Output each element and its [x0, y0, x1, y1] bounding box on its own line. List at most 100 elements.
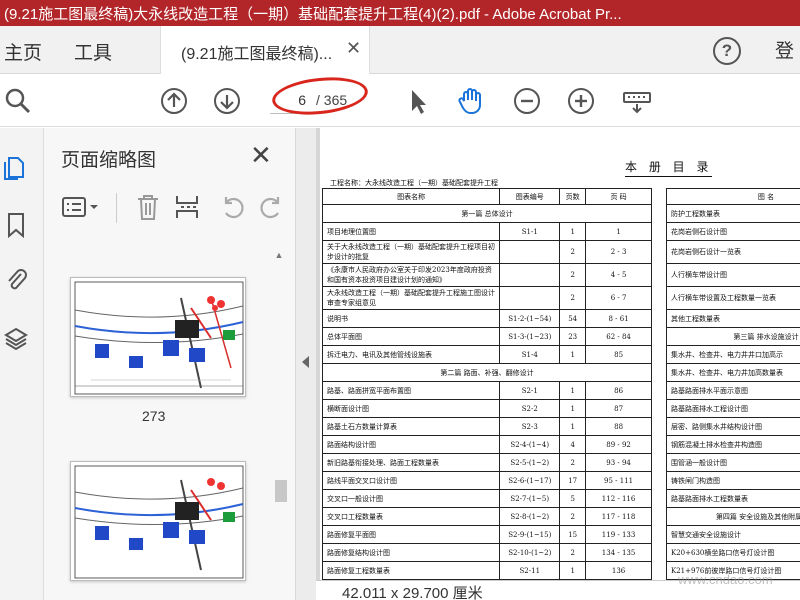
thumbnail-scrollbar[interactable]: ▲: [272, 250, 287, 600]
rotate-left-icon[interactable]: [219, 193, 245, 221]
table-cell-range: 6 - 7: [585, 286, 652, 310]
section-title: 第一篇 总体设计: [322, 204, 652, 223]
help-icon[interactable]: ?: [713, 37, 741, 65]
document-view[interactable]: 本 册 目 录 工程名称：大永线改造工程（一期）基础配套提升工程 图表名称 图表…: [316, 128, 800, 600]
table-cell-code: S2-11: [499, 561, 561, 580]
collapse-arrow-icon: [302, 356, 309, 368]
table-cell-name: 路面修复平面图: [321, 525, 501, 544]
table-cell-name: 路基路面排水平面示意图: [666, 381, 800, 400]
panel-title: 页面缩略图: [61, 150, 157, 171]
table-cell-range: 95 - 111: [585, 471, 652, 490]
column-header: 图 名: [666, 188, 800, 205]
table-row: 路面修复工程数量表 S2-11 1 136: [321, 561, 652, 580]
column-header: 图表名称: [321, 188, 501, 205]
table-row: 人行横车带设计图: [666, 263, 800, 287]
rotate-right-icon[interactable]: [259, 193, 285, 221]
table-cell-pages: 23: [559, 327, 587, 346]
table-row: 钢筋混凝土排水检查井构造图: [666, 435, 800, 454]
table-cell-code: [499, 286, 561, 310]
table-cell-code: S2-2: [499, 399, 561, 418]
hand-tool-icon[interactable]: [457, 87, 485, 115]
table-cell-pages: 1: [559, 222, 587, 241]
document-page: 本 册 目 录 工程名称：大永线改造工程（一期）基础配套提升工程 图表名称 图表…: [320, 128, 800, 600]
scrollbar-thumb[interactable]: [275, 480, 287, 502]
bookmark-icon[interactable]: [4, 212, 28, 238]
table-cell-name: 《永康市人民政府办公室关于印发2023年度政府投资和国有资本投资项目建设计划的通…: [321, 263, 501, 287]
table-row: 总体平面图 S1-3-(1~23) 23 62 - 84: [321, 327, 652, 346]
table-cell-code: S2-9-(1~15): [499, 525, 561, 544]
table-row: 路基路面排水工程数量表: [666, 489, 800, 508]
fit-page-icon[interactable]: [622, 87, 652, 115]
tab-home[interactable]: 主页: [4, 38, 42, 65]
table-row: 横断面设计图 S2-2 1 87: [321, 399, 652, 418]
table-cell-name: 路基、路面拼宽平面布置图: [321, 381, 501, 400]
table-row: 集水井、检查井、电力井加高数量表: [666, 363, 800, 382]
table-cell-name: 说明书: [321, 309, 501, 328]
table-cell-name: 横断面设计图: [321, 399, 501, 418]
previous-page-icon[interactable]: [160, 87, 188, 115]
delete-page-icon[interactable]: [135, 193, 161, 221]
table-row: 关于大永线改造工程（一期）基础配套提升工程项目初步设计的批复 2 2 - 3: [321, 240, 652, 264]
tab-document[interactable]: (9.21施工图最终稿)... ✕: [160, 26, 370, 74]
table-cell-range: 112 - 116: [585, 489, 652, 508]
table-cell-pages: 2: [559, 453, 587, 472]
table-cell-range: 136: [585, 561, 652, 580]
page-thumbnails-icon[interactable]: [4, 154, 28, 180]
extract-page-icon[interactable]: [174, 193, 200, 221]
table-cell-code: S2-8-(1~2): [499, 507, 561, 526]
table-cell-pages: 2: [559, 543, 587, 562]
zoom-in-icon[interactable]: [567, 87, 595, 115]
column-header: 图表编号: [499, 188, 561, 205]
table-row: 第一篇 总体设计: [322, 204, 652, 223]
table-cell-pages: 17: [559, 471, 587, 490]
layers-icon[interactable]: [4, 326, 28, 352]
zoom-out-icon[interactable]: [513, 87, 541, 115]
table-cell-code: [499, 240, 561, 264]
table-cell-name: 集水井、检查井、电力井井口加高示: [666, 345, 800, 364]
table-cell-pages: 4: [559, 435, 587, 454]
table-cell-name: 人行横车带设置及工程数量一览表: [666, 286, 800, 310]
page-thumbnail[interactable]: [70, 461, 246, 581]
catalog-table-left: 图表名称 图表编号 页数 页 码 第一篇 总体设计 项目地理位置图 S1-1 1 1 关于…: [321, 188, 652, 580]
table-cell-name: 大永线改造工程（一期）基础配套提升工程施工图设计审查专家组意见: [321, 286, 501, 310]
table-cell-code: S1-3-(1~23): [499, 327, 561, 346]
select-cursor-icon[interactable]: [404, 87, 432, 115]
table-cell-name: 防护工程数量表: [666, 204, 800, 223]
login-button[interactable]: 登: [775, 36, 794, 63]
attachment-icon[interactable]: [4, 266, 28, 292]
table-cell-pages: 1: [559, 417, 587, 436]
thumbnail-panel: 页面缩略图 ✕ 273 ▲: [44, 128, 296, 600]
table-cell-pages: 2: [559, 286, 587, 310]
table-cell-range: 119 - 133: [585, 525, 652, 544]
table-row: 大永线改造工程（一期）基础配套提升工程施工图设计审查专家组意见 2 6 - 7: [321, 286, 652, 310]
options-menu-icon[interactable]: [60, 193, 100, 221]
page-thumbnail[interactable]: [70, 277, 246, 397]
table-row: 项目地理位置图 S1-1 1 1: [321, 222, 652, 241]
panel-collapse-handle[interactable]: [296, 128, 316, 600]
table-row: 防护工程数量表: [666, 204, 800, 223]
table-cell-code: S1-1: [499, 222, 561, 241]
scroll-up-icon[interactable]: ▲: [272, 250, 286, 264]
table-cell-code: S1-2-(1~54): [499, 309, 561, 328]
table-cell-name: 其他工程数量表: [666, 309, 800, 328]
table-cell-name: 总体平面图: [321, 327, 501, 346]
column-header: 页 码: [585, 188, 652, 205]
catalog-table-right: 图 名 防护工程数量表 花岗岩侧石设计图 花岗岩侧石设计一览表 人行横车带设计图 人行横…: [666, 188, 800, 580]
table-row: 第三篇 排水设施设计: [666, 327, 800, 346]
search-icon[interactable]: [4, 87, 32, 115]
next-page-icon[interactable]: [213, 87, 241, 115]
site-watermark: www.cndao.com: [678, 572, 773, 587]
table-row: 围管涵一般设计图: [666, 453, 800, 472]
table-row: 路线平面交叉口设计图 S2-6-(1~17) 17 95 - 111: [321, 471, 652, 490]
table-cell-name: 钢筋混凝土排水检查井构造图: [666, 435, 800, 454]
table-cell-name: 集水井、检查井、电力井加高数量表: [666, 363, 800, 382]
window-title: (9.21施工图最终稿)大永线改造工程（一期）基础配套提升工程(4)(2).pd…: [4, 6, 622, 23]
close-panel-icon[interactable]: ✕: [250, 140, 272, 171]
close-tab-icon[interactable]: ✕: [346, 38, 361, 59]
table-cell-pages: 1: [559, 399, 587, 418]
table-cell-range: 8 - 61: [585, 309, 652, 328]
thumbnail-list: 273: [44, 233, 296, 600]
table-row: 层密、路侧集水井结构设计图: [666, 417, 800, 436]
tab-tools[interactable]: 工具: [74, 38, 112, 65]
table-row: 其他工程数量表: [666, 309, 800, 328]
